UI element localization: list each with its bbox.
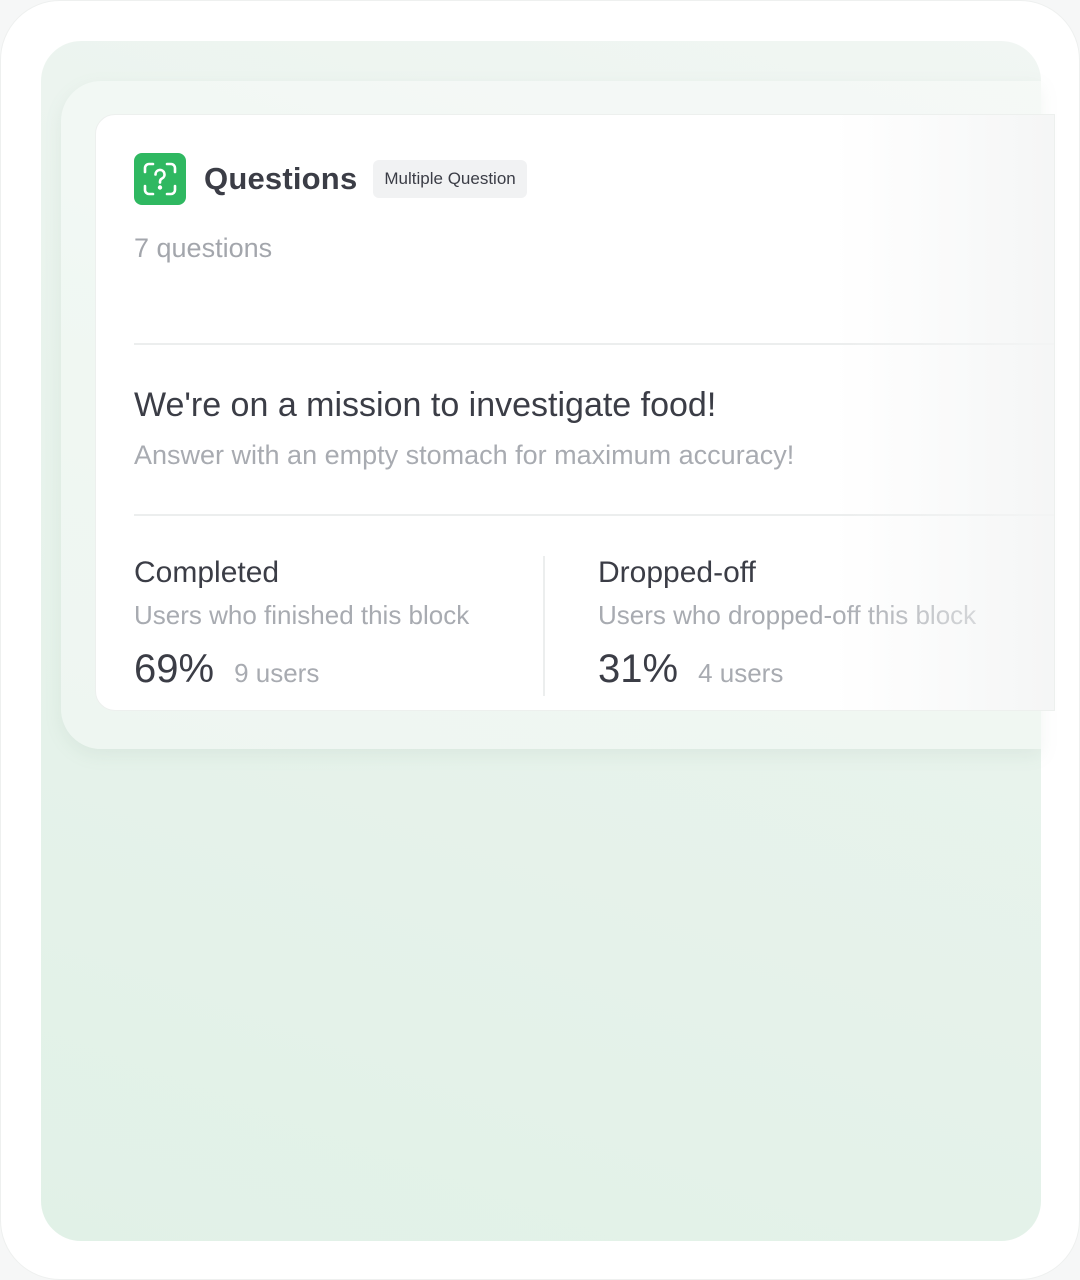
stat-percent: 69%	[134, 647, 215, 691]
block-type-badge: Multiple Question	[373, 160, 527, 198]
divider	[134, 343, 1054, 345]
intro-subtitle: Answer with an empty stomach for maximum…	[134, 440, 795, 470]
stat-users: 4 users	[698, 658, 784, 688]
stat-label: Dropped-off	[598, 556, 756, 589]
intro-title: We're on a mission to investigate food!	[134, 386, 717, 424]
stat-description: Users who finished this block	[134, 600, 470, 630]
block-header: Questions Multiple Question	[134, 153, 527, 205]
stat-percent: 31%	[598, 647, 679, 691]
stat-completed: Completed Users who finished this block …	[134, 555, 469, 692]
stat-users: 9 users	[234, 658, 320, 688]
stat-description: Users who dropped-off this block	[598, 600, 977, 630]
outer-frame: Questions Multiple Question 7 questions …	[0, 0, 1080, 1280]
stat-values: 69% 9 users	[134, 647, 469, 692]
stat-dropped-off: Dropped-off Users who dropped-off this b…	[598, 555, 976, 692]
block-title: Questions	[204, 161, 358, 196]
stat-separator	[543, 556, 545, 696]
stat-values: 31% 4 users	[598, 647, 976, 692]
questions-block-card[interactable]: Questions Multiple Question 7 questions …	[95, 114, 1055, 711]
stat-label: Completed	[134, 556, 280, 589]
divider	[134, 514, 1054, 516]
question-scan-icon	[134, 153, 186, 205]
question-count: 7 questions	[134, 233, 273, 263]
